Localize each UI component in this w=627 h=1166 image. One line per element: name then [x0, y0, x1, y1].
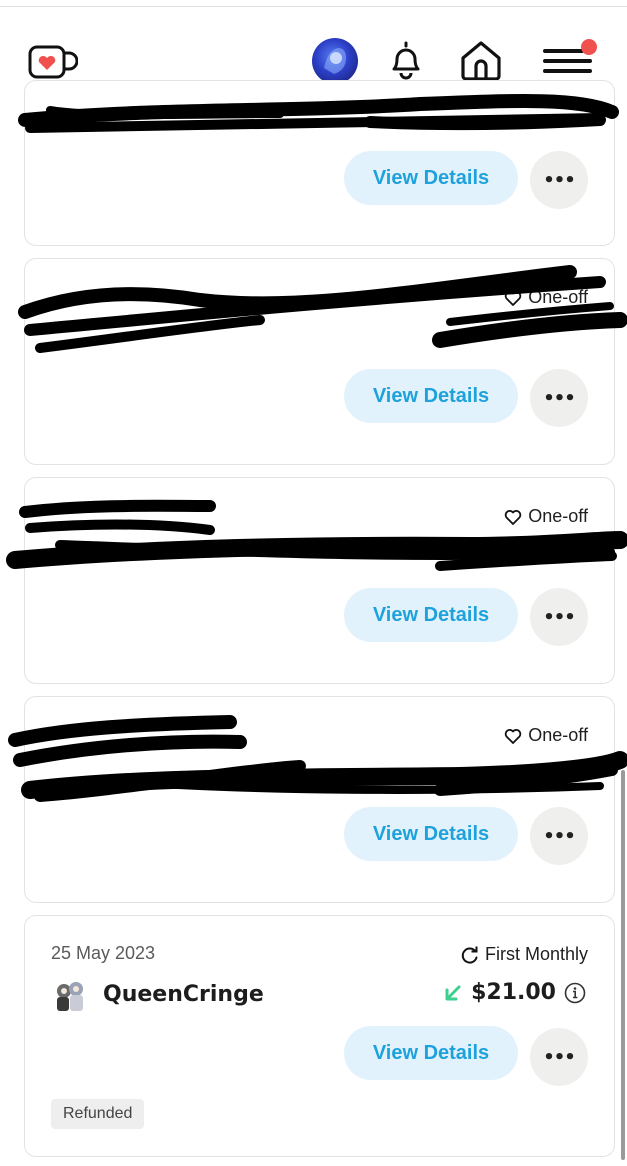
view-details-button[interactable]: View Details	[344, 1026, 518, 1080]
transaction-type-tag: One-off	[503, 287, 588, 308]
heart-icon	[505, 509, 522, 525]
transaction-amount: $21.00	[443, 980, 586, 1005]
scrollbar[interactable]	[621, 770, 625, 1160]
view-details-button[interactable]: View Details	[344, 807, 518, 861]
transaction-type-label: One-off	[528, 725, 588, 745]
hamburger-menu-icon[interactable]	[542, 37, 600, 81]
heart-icon	[505, 290, 522, 306]
user-avatar[interactable]	[312, 38, 358, 84]
transaction-type-label: One-off	[528, 287, 588, 307]
recurring-icon	[461, 946, 478, 964]
transaction-type-label: First Monthly	[484, 944, 588, 964]
transaction-type-tag: One-off	[503, 725, 588, 746]
more-options-button[interactable]: •••	[530, 588, 588, 646]
view-details-button[interactable]: View Details	[344, 369, 518, 423]
transaction-type-tag: First Monthly	[460, 944, 588, 965]
transaction-card: One-off View Details •••	[24, 696, 615, 903]
arrow-down-left-icon	[445, 985, 461, 1000]
more-options-button[interactable]: •••	[530, 1028, 588, 1086]
transaction-card: View Details •••	[24, 80, 615, 246]
more-options-button[interactable]: •••	[530, 369, 588, 427]
view-details-button[interactable]: View Details	[344, 588, 518, 642]
heart-icon	[505, 728, 522, 744]
transaction-type-label: One-off	[528, 506, 588, 526]
supporter-avatar	[51, 977, 89, 1015]
transaction-type-tag: One-off	[503, 506, 588, 527]
bell-icon[interactable]	[386, 39, 426, 81]
more-options-button[interactable]: •••	[530, 151, 588, 209]
ko-fi-logo-icon[interactable]	[28, 43, 79, 83]
amount-value: $21.00	[471, 980, 556, 1005]
supporter-name[interactable]: QueenCringe	[103, 982, 264, 1007]
info-icon[interactable]	[564, 982, 586, 1004]
more-options-button[interactable]: •••	[530, 807, 588, 865]
transaction-card: One-off View Details •••	[24, 258, 615, 465]
home-icon[interactable]	[458, 38, 504, 82]
view-details-button[interactable]: View Details	[344, 151, 518, 205]
transaction-date: 25 May 2023	[51, 943, 156, 963]
transaction-card: 25 May 2023 First Monthly QueenCringe $2…	[24, 915, 615, 1157]
notification-dot	[581, 39, 597, 55]
status-badge: Refunded	[51, 1099, 145, 1129]
transaction-card: One-off View Details •••	[24, 477, 615, 684]
